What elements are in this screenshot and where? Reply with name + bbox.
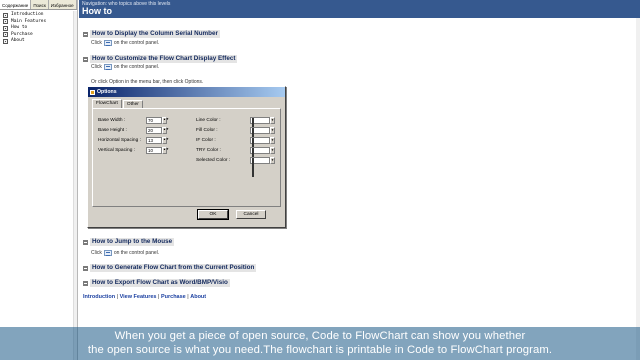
topic-header: Navigation: who topics above this levels… <box>79 0 640 18</box>
dialog-titlebar[interactable]: Options <box>88 87 285 97</box>
section-jump: How to Jump to the Mouse <box>83 238 175 246</box>
fill-color-picker[interactable]: ▼ <box>250 127 275 147</box>
section-body: Click on the control panel. <box>91 250 160 256</box>
collapse-toggle-icon[interactable] <box>83 265 88 271</box>
section-generate: How to Generate Flow Chart from the Curr… <box>83 264 257 272</box>
section-display-serial: How to Display the Column Serial Number <box>83 30 220 38</box>
base-height-label: Base Height : <box>98 128 127 133</box>
section-body: Click on the control panel. <box>91 40 160 46</box>
section-title[interactable]: How to Display the Column Serial Number <box>90 30 220 38</box>
tree-item-about[interactable]: About <box>3 38 77 44</box>
topic-content: How to Display the Column Serial Number … <box>79 18 640 360</box>
color-swatch <box>252 158 254 177</box>
page-icon <box>3 19 8 24</box>
page-icon <box>3 38 8 44</box>
serial-number-toolbar-icon <box>103 40 112 46</box>
section-title[interactable]: How to Jump to the Mouse <box>90 238 175 246</box>
tree-item-how-to[interactable]: How to <box>3 25 77 31</box>
cancel-button[interactable]: Cancel <box>236 210 266 219</box>
try-color-picker[interactable]: ▼ <box>250 147 275 167</box>
spin-arrows-icon[interactable]: ▲▼ <box>162 117 169 124</box>
tree-item-introduction[interactable]: Introduction <box>3 12 77 18</box>
app-icon <box>90 89 95 95</box>
jump-mouse-toolbar-icon <box>103 250 112 256</box>
link-introduction[interactable]: Introduction <box>83 294 115 300</box>
collapse-toggle-icon[interactable] <box>83 31 88 37</box>
dropdown-arrow-icon[interactable]: ▼ <box>270 137 275 144</box>
navigation-scrollbar[interactable] <box>73 11 77 360</box>
if-color-picker[interactable]: ▼ <box>250 137 275 157</box>
page-title: How to <box>82 6 112 16</box>
spin-arrows-icon[interactable]: ▲▼ <box>162 137 169 144</box>
navigation-pane: Содержание Поиск Избранное Introduction … <box>0 0 78 360</box>
vertical-spacing-label: Vertical Spacing : <box>98 148 136 153</box>
subtitle-line-2: the open source is what you need.The flo… <box>87 344 553 356</box>
dialog-panel: Base Width : 70 ▲▼ Base Height : 20 ▲▼ H… <box>92 108 281 207</box>
ok-button[interactable]: OK <box>197 209 229 220</box>
section-title[interactable]: How to Export Flow Chart as Word/BMP/Vis… <box>90 279 230 287</box>
link-about[interactable]: About <box>190 294 206 300</box>
collapse-toggle-icon[interactable] <box>83 239 88 245</box>
section-customize: How to Customize the Flow Chart Display … <box>83 55 238 63</box>
tab-search[interactable]: Поиск <box>31 0 49 9</box>
selected-color-picker[interactable]: ▼ <box>250 157 275 177</box>
options-toolbar-icon <box>103 64 112 70</box>
base-width-label: Base Width : <box>98 118 126 123</box>
page-icon <box>3 12 8 18</box>
line-color-label: Line Color : <box>196 118 221 123</box>
dropdown-arrow-icon[interactable]: ▼ <box>270 157 275 164</box>
section-body: Click on the control panel. <box>91 64 160 70</box>
section-body-alt: Or click Option in the menu bar, then cl… <box>91 79 204 85</box>
dropdown-arrow-icon[interactable]: ▼ <box>270 127 275 134</box>
subtitle-line-1: When you get a piece of open source, Cod… <box>114 330 526 342</box>
options-dialog: Options FlowChart Other Base Width : 70 … <box>87 86 286 228</box>
spin-arrows-icon[interactable]: ▲▼ <box>162 127 169 134</box>
section-export: How to Export Flow Chart as Word/BMP/Vis… <box>83 279 230 287</box>
try-color-label: TRY Color : <box>196 148 221 153</box>
tree-item-main-features[interactable]: Main Features <box>3 19 77 25</box>
selected-color-label: Selected Color : <box>196 158 231 163</box>
horizontal-spacing-stepper[interactable]: 13 ▲▼ <box>146 137 169 144</box>
video-subtitles: When you get a piece of open source, Cod… <box>0 327 640 360</box>
base-height-stepper[interactable]: 20 ▲▼ <box>146 127 169 134</box>
link-purchase[interactable]: Purchase <box>161 294 186 300</box>
page-icon <box>3 25 8 31</box>
base-width-stepper[interactable]: 70 ▲▼ <box>146 117 169 124</box>
tree-item-purchase[interactable]: Purchase <box>3 32 77 38</box>
if-color-label: IF Color : <box>196 138 216 143</box>
collapse-toggle-icon[interactable] <box>83 280 88 286</box>
section-title[interactable]: How to Customize the Flow Chart Display … <box>90 55 238 63</box>
section-title[interactable]: How to Generate Flow Chart from the Curr… <box>90 264 257 272</box>
horizontal-spacing-label: Horizontal Spacing : <box>98 138 141 143</box>
navigation-tabs: Содержание Поиск Избранное <box>0 0 77 10</box>
tab-favorites[interactable]: Избранное <box>49 0 77 9</box>
page-icon <box>3 32 8 37</box>
vertical-spacing-stepper[interactable]: 10 ▲▼ <box>146 147 169 154</box>
fill-color-label: Fill Color : <box>196 128 218 133</box>
dropdown-arrow-icon[interactable]: ▼ <box>270 147 275 154</box>
footer-links: Introduction | View Features | Purchase … <box>83 294 207 300</box>
spin-arrows-icon[interactable]: ▲▼ <box>162 147 169 154</box>
dialog-title: Options <box>97 89 117 95</box>
content-scrollbar[interactable] <box>636 18 640 360</box>
topic-tree: Introduction Main Features How to Purcha… <box>0 10 77 44</box>
tab-contents[interactable]: Содержание <box>0 0 32 9</box>
dropdown-arrow-icon[interactable]: ▼ <box>270 117 275 124</box>
line-color-picker[interactable]: ▼ <box>250 117 275 137</box>
collapse-toggle-icon[interactable] <box>83 56 88 62</box>
link-view-features[interactable]: View Features <box>120 294 157 300</box>
